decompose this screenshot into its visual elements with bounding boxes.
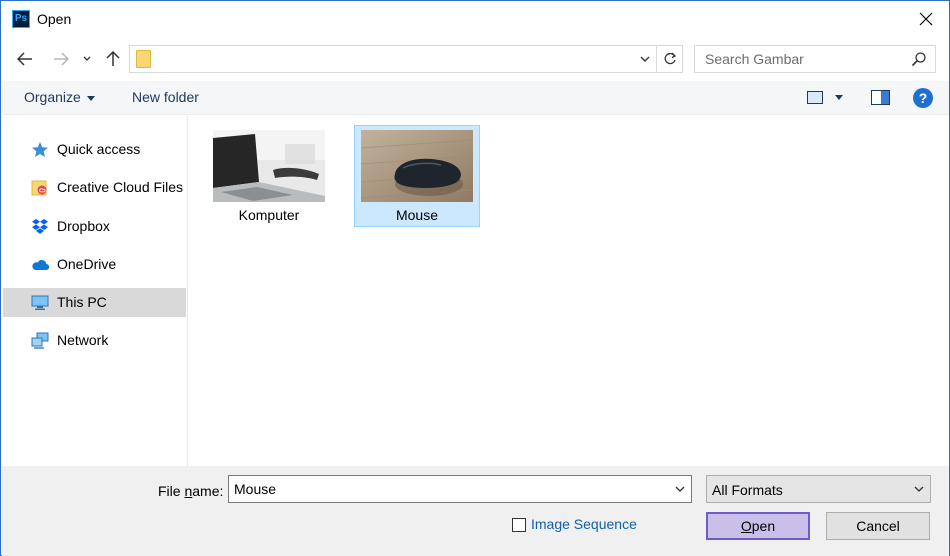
chevron-down-icon[interactable] [675,484,685,494]
open-button-label: pen [751,518,776,534]
open-button-accesskey: O [740,518,752,534]
file-name-combobox[interactable] [228,475,692,503]
computer-icon [31,295,49,310]
mouse-photo-thumbnail [361,130,473,202]
close-icon [919,12,933,26]
chevron-down-icon [83,56,91,61]
file-item-komputer[interactable]: Komputer [206,125,332,227]
nav-item-label: Dropbox [57,218,110,234]
file-name-label-part: ame: [192,483,224,499]
search-icon [911,52,926,67]
nav-item-label: OneDrive [57,256,117,272]
photoshop-icon: Ps [12,10,30,28]
nav-item-dropbox[interactable]: Dropbox [3,212,186,241]
file-name-label-part: File [158,483,185,499]
file-dialog-footer: File name: All Formats Image Sequence Op… [2,466,949,556]
nav-item-onedrive[interactable]: OneDrive [3,250,186,279]
cancel-button[interactable]: Cancel [826,512,930,540]
file-name-input[interactable] [229,476,665,502]
address-dropdown-button[interactable] [634,46,656,72]
open-dialog: Ps Open Organize New folder [0,0,950,556]
refresh-button[interactable] [656,46,682,72]
refresh-icon [664,52,676,65]
close-button[interactable] [903,1,949,37]
nav-item-label: Network [57,332,109,348]
back-button[interactable] [13,47,37,71]
arrow-up-icon [106,51,120,66]
arrow-right-icon [54,52,69,66]
command-bar: Organize New folder ? [2,81,949,115]
dropbox-icon [32,219,48,234]
nav-item-network[interactable]: Network [3,326,186,355]
arrow-left-icon [17,52,32,66]
recent-locations-button[interactable] [79,47,95,71]
nav-item-creative-cloud-files[interactable]: Creative Cloud Files [3,173,186,202]
search-box[interactable] [694,45,936,73]
chevron-down-icon [640,56,650,62]
file-name-label: File name: [158,483,223,499]
nav-item-label: This PC [57,294,107,310]
change-view-icon[interactable] [807,91,823,104]
star-icon [32,142,48,157]
nav-item-label: Quick access [57,141,141,157]
view-options-caret-icon[interactable] [835,95,843,100]
preview-pane-icon[interactable] [871,90,890,105]
address-bar[interactable] [129,45,683,73]
new-folder-button[interactable]: New folder [132,89,199,105]
nav-item-quick-access[interactable]: Quick access [3,135,186,164]
network-icon [31,332,49,349]
search-input[interactable] [695,46,905,72]
organize-label: Organize [24,89,81,105]
folder-icon [136,50,151,68]
caret-down-icon [86,95,95,101]
onedrive-cloud-icon [32,260,49,271]
forward-button[interactable] [49,47,73,71]
help-icon[interactable]: ? [913,88,933,108]
file-name-label: Komputer [238,207,300,223]
image-sequence-checkbox[interactable] [512,518,526,532]
image-sequence-label[interactable]: Image Sequence [531,516,637,532]
file-name-label: Mouse [395,207,439,223]
file-type-select[interactable]: All Formats [706,475,931,503]
file-type-value: All Formats [712,482,783,498]
window-title: Open [37,11,72,27]
file-item-mouse[interactable]: Mouse [354,125,480,227]
chevron-down-icon [914,486,924,492]
open-button[interactable]: Open [706,512,810,540]
nav-item-this-pc[interactable]: This PC [3,288,186,317]
laptop-photo-thumbnail [213,130,325,202]
title-bar: Ps Open [1,1,949,37]
nav-item-label: Creative Cloud Files [57,179,184,195]
organize-button[interactable]: Organize [24,89,95,105]
creative-cloud-folder-icon [31,180,47,196]
navigation-pane: Quick access Creative Cloud Files Dropbo… [2,116,188,466]
up-button[interactable] [101,47,125,71]
file-list-view: Komputer Mouse [189,116,949,466]
